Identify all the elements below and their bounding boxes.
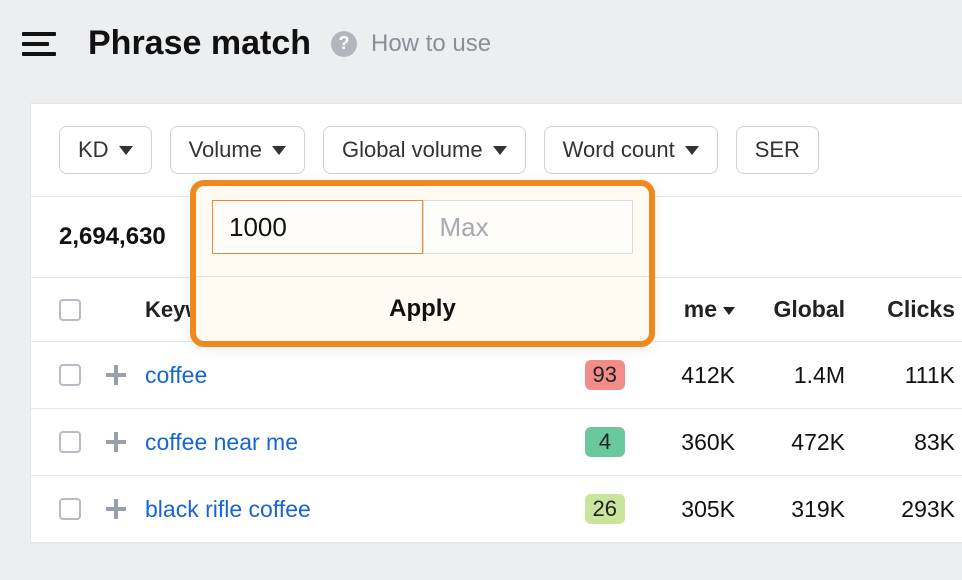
filter-global-volume[interactable]: Global volume [323,126,526,174]
filter-global-volume-label: Global volume [342,137,483,163]
filter-volume-label: Volume [189,137,262,163]
volume-filter-popover: Apply [190,180,655,347]
chevron-down-icon [493,146,507,155]
row-checkbox[interactable] [59,431,81,453]
filter-serp[interactable]: SER [736,126,819,174]
filter-kd[interactable]: KD [59,126,152,174]
chevron-down-icon [272,146,286,155]
column-clicks[interactable]: Clicks [845,296,955,323]
chevron-down-icon [119,146,133,155]
page-header: Phrase match ? How to use [0,0,962,73]
add-to-list-icon[interactable] [105,498,127,520]
volume-min-input[interactable] [212,200,423,254]
volume-value: 305K [625,496,735,523]
row-checkbox[interactable] [59,498,81,520]
hamburger-menu-icon[interactable] [22,32,56,56]
help-icon[interactable]: ? [331,31,357,57]
volume-value: 412K [625,362,735,389]
column-global[interactable]: Global [735,296,845,323]
page-title: Phrase match [88,24,311,63]
filter-word-count-label: Word count [563,137,675,163]
global-value: 319K [735,496,845,523]
volume-max-input[interactable] [423,200,634,254]
column-volume-label: me [684,296,717,322]
clicks-value: 293K [845,496,955,523]
keyword-link[interactable]: black rifle coffee [145,496,311,522]
clicks-value: 111K [845,362,955,389]
clicks-value: 83K [845,429,955,456]
how-to-use-link[interactable]: How to use [371,30,491,58]
add-to-list-icon[interactable] [105,431,127,453]
keyword-link[interactable]: coffee [145,362,207,388]
add-to-list-icon[interactable] [105,364,127,386]
table-row: coffee near me 4360K472K83K [31,409,962,476]
filter-serp-label: SER [755,137,800,163]
table-row: coffee 93412K1.4M111K [31,342,962,409]
global-value: 1.4M [735,362,845,389]
filter-kd-label: KD [78,137,109,163]
volume-value: 360K [625,429,735,456]
chevron-down-icon [685,146,699,155]
global-value: 472K [735,429,845,456]
select-all-checkbox[interactable] [59,299,81,321]
keyword-link[interactable]: coffee near me [145,429,298,455]
kd-badge: 4 [585,427,625,457]
row-checkbox[interactable] [59,364,81,386]
filter-word-count[interactable]: Word count [544,126,718,174]
kd-badge: 26 [585,494,625,524]
filter-volume[interactable]: Volume [170,126,305,174]
sort-desc-icon [723,307,735,315]
kd-badge: 93 [585,360,625,390]
table-row: black rifle coffee 26305K319K293K [31,476,962,543]
apply-button[interactable]: Apply [196,276,649,341]
